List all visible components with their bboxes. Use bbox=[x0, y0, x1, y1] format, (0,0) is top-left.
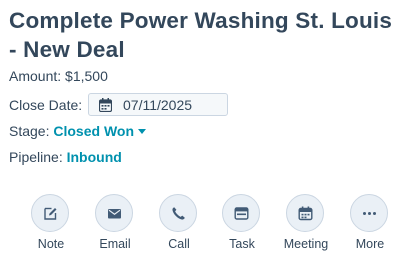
meeting-button-circle bbox=[286, 194, 324, 232]
stage-property: Stage: Closed Won bbox=[9, 122, 147, 140]
phone-icon bbox=[172, 207, 185, 220]
deal-card: Complete Power Washing St. Louis - New D… bbox=[0, 0, 415, 264]
stage-label: Stage: bbox=[9, 123, 50, 139]
task-icon bbox=[234, 207, 249, 220]
task-button-label: Task bbox=[229, 237, 255, 251]
meeting-button-label: Meeting bbox=[283, 237, 329, 251]
action-bar: Note Email Call Task Meeting More bbox=[0, 194, 415, 254]
email-button-label: Email bbox=[99, 237, 131, 251]
close-date-property: Close Date: bbox=[9, 96, 82, 114]
more-button-circle bbox=[350, 194, 388, 232]
more-icon bbox=[363, 212, 376, 215]
task-button-circle bbox=[222, 194, 260, 232]
amount-property: Amount: $1,500 bbox=[9, 67, 108, 85]
meeting-button[interactable]: Meeting bbox=[276, 194, 336, 252]
stage-value: Closed Won bbox=[53, 123, 135, 139]
task-button[interactable]: Task bbox=[212, 194, 272, 252]
amount-value: $1,500 bbox=[65, 68, 108, 84]
edit-icon bbox=[44, 207, 57, 220]
pipeline-label: Pipeline: bbox=[9, 149, 63, 165]
note-button-label: Note bbox=[37, 237, 65, 251]
more-button[interactable]: More bbox=[340, 194, 400, 252]
more-button-label: More bbox=[355, 237, 385, 251]
email-icon bbox=[108, 209, 121, 219]
pipeline-property: Pipeline: Inbound bbox=[9, 148, 122, 166]
amount-label: Amount: bbox=[9, 68, 62, 84]
note-button-circle bbox=[31, 194, 69, 232]
call-button-label: Call bbox=[168, 237, 190, 251]
note-button[interactable]: Note bbox=[21, 194, 81, 252]
close-date-input[interactable]: 07/11/2025 bbox=[88, 93, 228, 116]
caret-down-icon bbox=[138, 128, 147, 134]
stage-dropdown[interactable]: Closed Won bbox=[53, 123, 147, 139]
email-button-circle bbox=[95, 194, 133, 232]
call-button-circle bbox=[159, 194, 197, 232]
calendar-icon bbox=[298, 206, 313, 221]
close-date-label: Close Date: bbox=[9, 97, 83, 113]
deal-title: Complete Power Washing St. Louis - New D… bbox=[9, 8, 393, 62]
close-date-value: 07/11/2025 bbox=[123, 97, 193, 113]
calendar-icon bbox=[98, 98, 113, 113]
call-button[interactable]: Call bbox=[149, 194, 209, 252]
pipeline-value[interactable]: Inbound bbox=[67, 149, 122, 165]
email-button[interactable]: Email bbox=[85, 194, 145, 252]
